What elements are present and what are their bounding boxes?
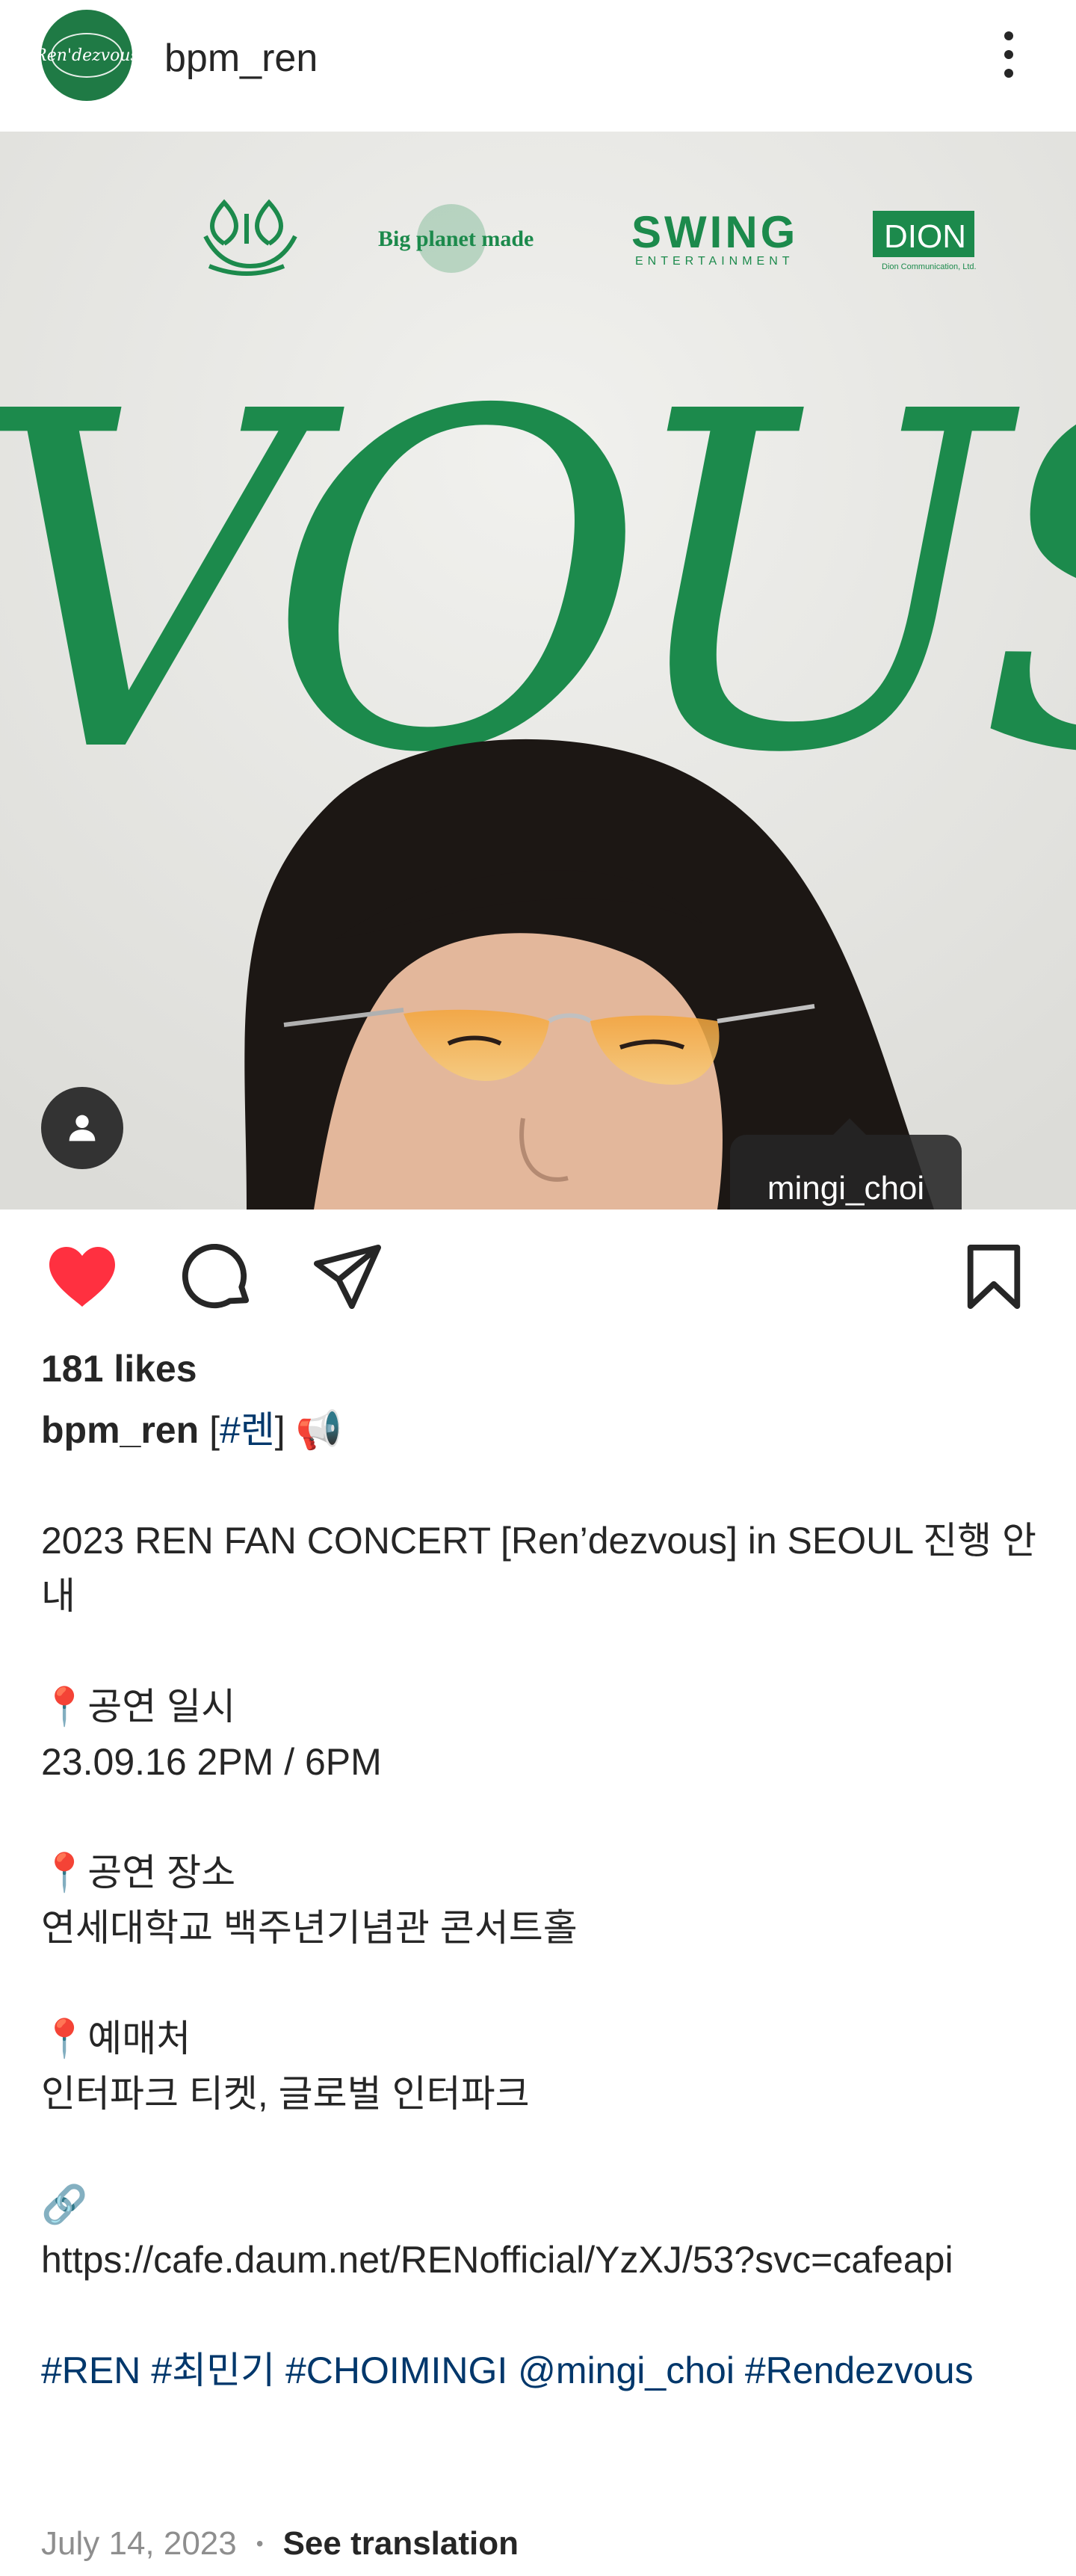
save-button[interactable]	[956, 1239, 1031, 1314]
like-button[interactable]	[45, 1239, 120, 1314]
tickets-heading: 📍예매처	[41, 2018, 191, 2059]
tag-username[interactable]: mingi_choi	[767, 1170, 924, 1207]
swing-logo: SWING ENTERTAINMENT	[631, 207, 798, 268]
svg-text:Dion Communication, Ltd.: Dion Communication, Ltd.	[882, 262, 977, 271]
hashtag-ren[interactable]: #렌	[220, 1409, 275, 1451]
hashtag-choimingi-ko[interactable]: #최민기	[151, 2349, 275, 2391]
venue-value: 연세대학교 백주년기념관 콘서트홀	[41, 1907, 578, 1949]
profile-avatar[interactable]: Ren'dezvous	[41, 10, 132, 101]
venue-heading: 📍공연 장소	[41, 1852, 236, 1894]
date-value: 23.09.16 2PM / 6PM	[41, 1741, 382, 1783]
more-dot	[1004, 50, 1013, 59]
post-image[interactable]: Big planet made SWING ENTERTAINMENT DION…	[0, 132, 1076, 1210]
svg-text:DION: DION	[884, 218, 966, 255]
separator-dot: •	[256, 2532, 264, 2555]
hashtag-Rendezvous[interactable]: #Rendezvous	[745, 2349, 974, 2391]
more-dot	[1004, 69, 1013, 78]
more-options-button[interactable]	[994, 28, 1024, 81]
more-vertical-icon	[1004, 31, 1013, 40]
comment-button[interactable]	[179, 1239, 254, 1314]
post-footer: July 14, 2023 • See translation	[41, 2525, 519, 2563]
tickets-value: 인터파크 티켓, 글로벌 인터파크	[41, 2073, 530, 2115]
caption-bracket-open: [	[199, 1409, 220, 1451]
tagged-users-button[interactable]	[41, 1087, 123, 1169]
comment-icon	[182, 1243, 250, 1309]
share-button[interactable]	[310, 1239, 385, 1314]
likes-count[interactable]: 181 likes	[41, 1347, 197, 1390]
bookmark-icon	[967, 1244, 1021, 1310]
see-translation-link[interactable]: See translation	[283, 2525, 519, 2563]
svg-text:ENTERTAINMENT: ENTERTAINMENT	[635, 255, 794, 268]
caption-tags: #REN #최민기 #CHOIMINGI @mingi_choi #Rendez…	[41, 2343, 1042, 2398]
user-tag-bubble[interactable]: mingi_choi	[730, 1118, 962, 1210]
post-actions	[0, 1210, 1076, 1344]
heart-filled-icon	[49, 1247, 115, 1307]
post-header: Ren'dezvous bpm_ren	[0, 0, 1076, 132]
avatar-logo: Ren'dezvous	[41, 33, 132, 78]
dion-logo: DION Dion Communication, Ltd.	[873, 211, 977, 271]
send-icon	[314, 1244, 381, 1310]
caption-title: 2023 REN FAN CONCERT [Ren’dezvous] in SE…	[41, 1520, 1036, 1617]
caption-bracket-close: ] 📢	[274, 1409, 342, 1451]
caption-first-line: bpm_ren [#렌] 📢	[41, 1402, 1042, 1458]
post-username[interactable]: bpm_ren	[164, 36, 318, 81]
caption-link[interactable]: https://cafe.daum.net/RENofficial/YzXJ/5…	[41, 2232, 1042, 2287]
svg-text:SWING: SWING	[631, 207, 798, 257]
mention-mingi-choi[interactable]: @mingi_choi	[518, 2349, 735, 2391]
concert-poster: Big planet made SWING ENTERTAINMENT DION…	[0, 132, 1076, 1210]
hashtag-CHOIMINGI[interactable]: #CHOIMINGI	[285, 2349, 507, 2391]
link-emoji: 🔗	[41, 2184, 88, 2225]
post-date: July 14, 2023	[41, 2525, 237, 2562]
date-heading: 📍공연 일시	[41, 1686, 236, 1728]
post-caption: bpm_ren [#렌] 📢 2023 REN FAN CONCERT [Ren…	[41, 1402, 1042, 2398]
hashtag-REN[interactable]: #REN	[41, 2349, 140, 2391]
person-icon	[69, 1115, 96, 1141]
caption-username[interactable]: bpm_ren	[41, 1409, 199, 1451]
